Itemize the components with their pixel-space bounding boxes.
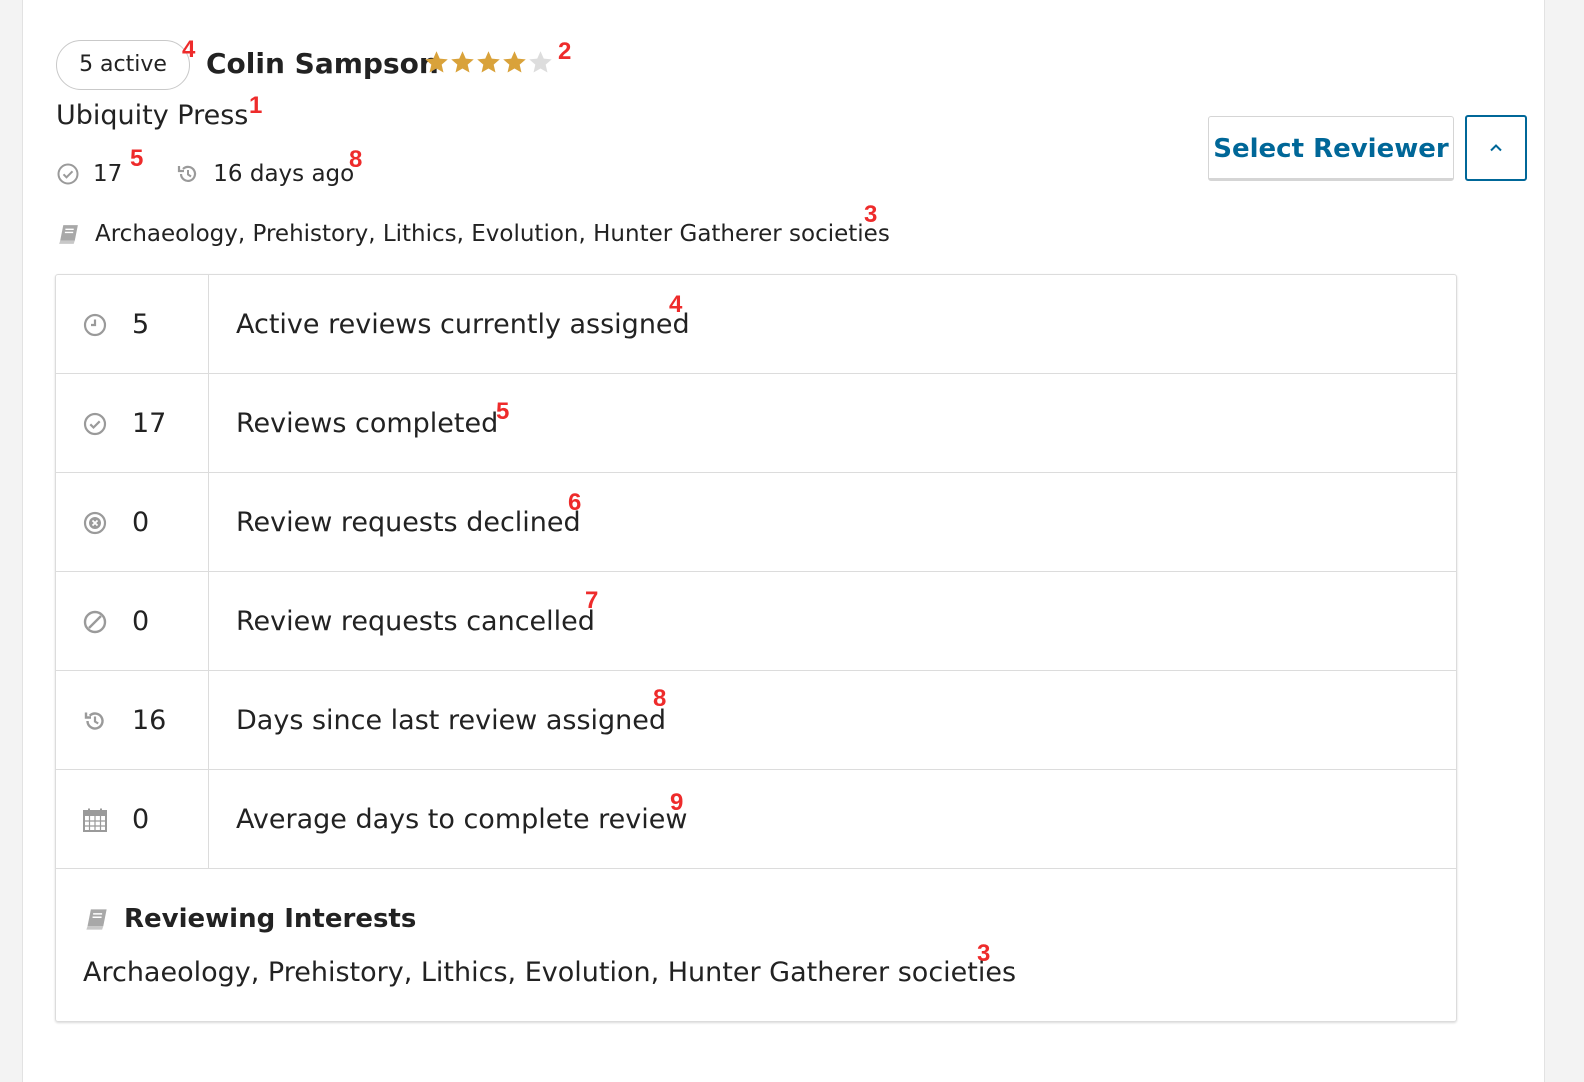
stat-row: 0 Review requests declined 6 <box>56 473 1456 572</box>
reviewer-stats-table: 5 Active reviews currently assigned 4 17… <box>55 274 1457 1022</box>
stat-label: Review requests declined <box>236 507 581 538</box>
stat-left-cell: 16 <box>56 671 209 769</box>
annotation-marker: 3 <box>977 940 991 967</box>
active-reviews-badge: 5 active <box>56 40 190 90</box>
stat-value: 0 <box>132 804 150 835</box>
annotation-marker: 8 <box>653 685 667 712</box>
stat-label: Active reviews currently assigned <box>236 309 690 340</box>
stat-label: Review requests cancelled <box>236 606 595 637</box>
last-assigned: 16 days ago <box>213 161 355 187</box>
annotation-marker: 3 <box>864 201 878 228</box>
annotation-marker: 1 <box>249 92 263 119</box>
stat-value: 0 <box>132 606 150 637</box>
stat-left-cell: 0 <box>56 473 209 571</box>
star-filled-icon <box>425 51 448 73</box>
calendar-icon <box>83 808 107 832</box>
ban-icon <box>83 610 107 634</box>
annotation-marker: 4 <box>669 291 683 318</box>
book-icon <box>59 224 78 244</box>
history-icon <box>84 712 104 730</box>
select-reviewer-button[interactable]: Select Reviewer <box>1208 116 1454 181</box>
reviewer-panel: 5 active 4 Colin Sampson 2 Ubiquity Pres… <box>22 0 1545 1082</box>
star-filled-icon <box>451 51 474 73</box>
check-circle-icon <box>57 163 79 185</box>
reviewer-interests: Archaeology, Prehistory, Lithics, Evolut… <box>56 214 890 254</box>
annotation-marker: 5 <box>496 398 510 425</box>
stat-row: 0 Review requests cancelled 7 <box>56 572 1456 671</box>
reviewing-interests-title: Reviewing Interests <box>124 904 417 934</box>
interests-text: Archaeology, Prehistory, Lithics, Evolut… <box>95 221 890 247</box>
times-circle-icon <box>83 511 107 535</box>
annotation-marker: 4 <box>182 36 196 63</box>
stat-row: 16 Days since last review assigned 8 <box>56 671 1456 770</box>
stat-label: Reviews completed <box>236 408 499 439</box>
chevron-up-icon <box>1490 144 1502 152</box>
completed-count: 17 <box>93 161 123 187</box>
stat-row: 5 Active reviews currently assigned 4 <box>56 275 1456 374</box>
annotation-marker: 7 <box>585 587 599 614</box>
reviewer-meta: 17 16 days ago <box>56 156 354 192</box>
star-filled-icon <box>503 51 526 73</box>
star-filled-icon <box>477 51 500 73</box>
stat-left-cell: 17 <box>56 374 209 472</box>
stat-left-cell: 0 <box>56 572 209 670</box>
stat-left-cell: 5 <box>56 275 209 373</box>
rating-stars <box>423 49 553 79</box>
annotation-marker: 5 <box>130 145 144 172</box>
stat-left-cell: 0 <box>56 770 209 868</box>
book-icon <box>86 909 107 930</box>
stat-label: Average days to complete review <box>236 804 688 835</box>
reviewing-interests-text: Archaeology, Prehistory, Lithics, Evolut… <box>83 957 1017 988</box>
annotation-marker: 2 <box>558 38 572 65</box>
stat-value: 17 <box>132 408 167 439</box>
history-icon <box>178 165 197 182</box>
reviewer-name: Colin Sampson <box>206 47 439 80</box>
annotation-marker: 6 <box>568 489 582 516</box>
check-circle-icon <box>83 412 107 436</box>
stat-row: 17 Reviews completed 5 <box>56 374 1456 473</box>
reviewer-affiliation: Ubiquity Press <box>56 100 249 131</box>
annotation-marker: 9 <box>670 789 684 816</box>
stat-label: Days since last review assigned <box>236 705 667 736</box>
toggle-details-button[interactable] <box>1465 115 1527 181</box>
annotation-marker: 8 <box>349 146 363 173</box>
stat-value: 16 <box>132 705 167 736</box>
stat-value: 0 <box>132 507 150 538</box>
clock-icon <box>83 313 107 337</box>
stat-value: 5 <box>132 309 150 340</box>
star-empty-icon <box>529 51 552 73</box>
stat-row: 0 Average days to complete review 9 <box>56 770 1456 869</box>
